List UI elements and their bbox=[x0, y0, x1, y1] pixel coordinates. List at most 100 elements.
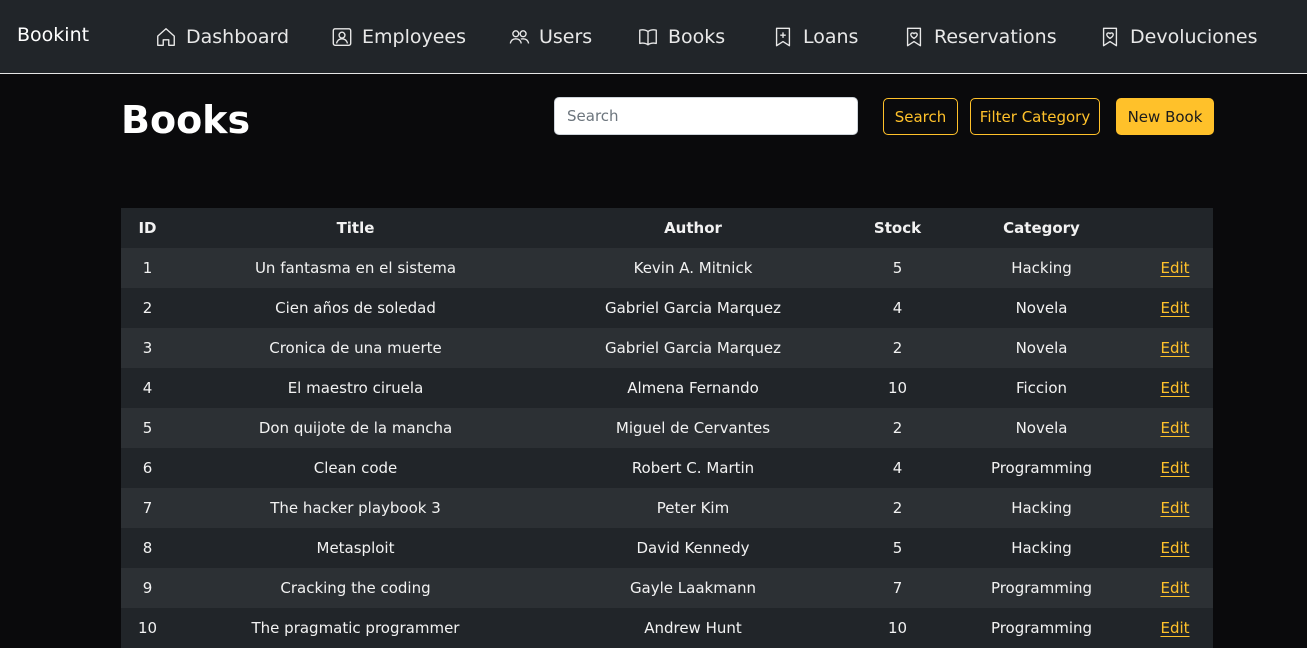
bookmark-heart-icon bbox=[1099, 26, 1121, 48]
cell-id: 9 bbox=[121, 568, 174, 608]
book-icon bbox=[637, 26, 659, 48]
table-body: 1 Un fantasma en el sistema Kevin A. Mitni… bbox=[121, 248, 1213, 648]
edit-link[interactable]: Edit bbox=[1160, 499, 1189, 517]
bookmark-plus-icon bbox=[772, 26, 794, 48]
cell-stock: 2 bbox=[849, 488, 946, 528]
cell-author: Gabriel Garcia Marquez bbox=[537, 328, 849, 368]
person-badge-icon bbox=[331, 26, 353, 48]
cell-author: Robert C. Martin bbox=[537, 448, 849, 488]
cell-actions: Edit bbox=[1137, 488, 1213, 528]
cell-id: 3 bbox=[121, 328, 174, 368]
books-table: ID Title Author Stock Category 1 Un fanta… bbox=[121, 208, 1213, 648]
cell-stock: 4 bbox=[849, 288, 946, 328]
nav-item-dashboard[interactable]: Dashboard bbox=[155, 22, 289, 52]
column-header-category[interactable]: Category bbox=[946, 208, 1137, 248]
cell-id: 5 bbox=[121, 408, 174, 448]
cell-id: 4 bbox=[121, 368, 174, 408]
cell-title: The pragmatic programmer bbox=[174, 608, 537, 648]
table-row: 5 Don quijote de la mancha Miguel de Cerva… bbox=[121, 408, 1213, 448]
table-row: 3 Cronica de una muerte Gabriel Garcia Mar… bbox=[121, 328, 1213, 368]
cell-category: Programming bbox=[946, 568, 1137, 608]
cell-actions: Edit bbox=[1137, 528, 1213, 568]
cell-title: Cronica de una muerte bbox=[174, 328, 537, 368]
new-book-button[interactable]: New Book bbox=[1116, 98, 1214, 135]
cell-actions: Edit bbox=[1137, 568, 1213, 608]
cell-author: Miguel de Cervantes bbox=[537, 408, 849, 448]
edit-link[interactable]: Edit bbox=[1160, 419, 1189, 437]
cell-author: Peter Kim bbox=[537, 488, 849, 528]
filter-category-button[interactable]: Filter Category bbox=[970, 98, 1100, 135]
brand-logo[interactable]: Bookint bbox=[17, 24, 89, 46]
search-button[interactable]: Search bbox=[883, 98, 958, 135]
table-row: 9 Cracking the coding Gayle Laakmann 7 Progr… bbox=[121, 568, 1213, 608]
people-icon bbox=[508, 26, 530, 48]
table-row: 8 Metasploit David Kennedy 5 Hacking Edit bbox=[121, 528, 1213, 568]
cell-title: Un fantasma en el sistema bbox=[174, 248, 537, 288]
cell-id: 1 bbox=[121, 248, 174, 288]
nav-label: Dashboard bbox=[186, 26, 290, 48]
cell-actions: Edit bbox=[1137, 608, 1213, 648]
search-input[interactable] bbox=[554, 97, 858, 135]
table-row: 2 Cien años de soledad Gabriel Garcia Marq… bbox=[121, 288, 1213, 328]
edit-link[interactable]: Edit bbox=[1160, 259, 1189, 277]
cell-author: Almena Fernando bbox=[537, 368, 849, 408]
cell-author: Andrew Hunt bbox=[537, 608, 849, 648]
cell-title: Clean code bbox=[174, 448, 537, 488]
column-header-id[interactable]: ID bbox=[121, 208, 174, 248]
cell-actions: Edit bbox=[1137, 328, 1213, 368]
cell-title: Metasploit bbox=[174, 528, 537, 568]
edit-link[interactable]: Edit bbox=[1160, 379, 1189, 397]
table-row: 7 The hacker playbook 3 Peter Kim 2 Hacking E… bbox=[121, 488, 1213, 528]
cell-stock: 4 bbox=[849, 448, 946, 488]
cell-category: Programming bbox=[946, 608, 1137, 648]
cell-author: Kevin A. Mitnick bbox=[537, 248, 849, 288]
cell-actions: Edit bbox=[1137, 408, 1213, 448]
cell-stock: 5 bbox=[849, 248, 946, 288]
cell-actions: Edit bbox=[1137, 248, 1213, 288]
cell-actions: Edit bbox=[1137, 368, 1213, 408]
edit-link[interactable]: Edit bbox=[1160, 299, 1189, 317]
cell-category: Novela bbox=[946, 328, 1137, 368]
column-header-stock[interactable]: Stock bbox=[849, 208, 946, 248]
cell-category: Programming bbox=[946, 448, 1137, 488]
edit-link[interactable]: Edit bbox=[1160, 579, 1189, 597]
cell-stock: 7 bbox=[849, 568, 946, 608]
cell-actions: Edit bbox=[1137, 288, 1213, 328]
cell-category: Hacking bbox=[946, 248, 1137, 288]
column-header-title[interactable]: Title bbox=[174, 208, 537, 248]
cell-stock: 10 bbox=[849, 368, 946, 408]
nav-item-users[interactable]: Users bbox=[508, 22, 592, 52]
cell-category: Ficcion bbox=[946, 368, 1137, 408]
edit-link[interactable]: Edit bbox=[1160, 339, 1189, 357]
cell-stock: 10 bbox=[849, 608, 946, 648]
nav-item-employees[interactable]: Employees bbox=[331, 22, 466, 52]
nav-item-books[interactable]: Books bbox=[637, 22, 725, 52]
cell-stock: 5 bbox=[849, 528, 946, 568]
column-header-author[interactable]: Author bbox=[537, 208, 849, 248]
cell-id: 7 bbox=[121, 488, 174, 528]
cell-category: Hacking bbox=[946, 528, 1137, 568]
cell-stock: 2 bbox=[849, 328, 946, 368]
edit-link[interactable]: Edit bbox=[1160, 539, 1189, 557]
cell-actions: Edit bbox=[1137, 448, 1213, 488]
nav-label: Reservations bbox=[934, 26, 1057, 48]
nav-item-devoluciones[interactable]: Devoluciones bbox=[1099, 22, 1258, 52]
cell-title: Cien años de soledad bbox=[174, 288, 537, 328]
cell-id: 6 bbox=[121, 448, 174, 488]
cell-id: 2 bbox=[121, 288, 174, 328]
table-header-row: ID Title Author Stock Category bbox=[121, 208, 1213, 248]
cell-author: Gabriel Garcia Marquez bbox=[537, 288, 849, 328]
bookmark-heart-icon bbox=[903, 26, 925, 48]
cell-title: The hacker playbook 3 bbox=[174, 488, 537, 528]
nav-label: Books bbox=[668, 26, 726, 48]
table-row: 4 El maestro ciruela Almena Fernando 10 Ficc… bbox=[121, 368, 1213, 408]
edit-link[interactable]: Edit bbox=[1160, 619, 1189, 637]
nav-item-reservations[interactable]: Reservations bbox=[903, 22, 1057, 52]
edit-link[interactable]: Edit bbox=[1160, 459, 1189, 477]
cell-id: 8 bbox=[121, 528, 174, 568]
cell-id: 10 bbox=[121, 608, 174, 648]
column-header-actions bbox=[1137, 208, 1213, 248]
page-title: Books bbox=[121, 98, 251, 142]
cell-title: Don quijote de la mancha bbox=[174, 408, 537, 448]
nav-item-loans[interactable]: Loans bbox=[772, 22, 858, 52]
